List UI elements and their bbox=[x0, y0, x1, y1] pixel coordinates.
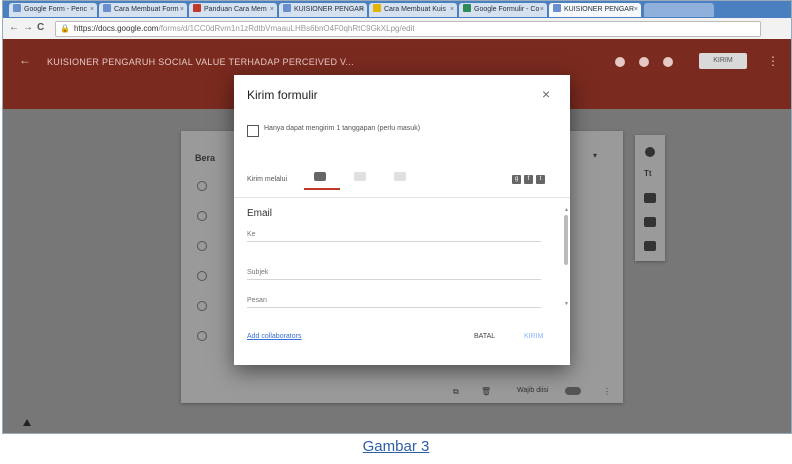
to-field[interactable]: Ke bbox=[247, 231, 541, 242]
url-host: https://docs.google.com bbox=[73, 24, 159, 33]
back-icon[interactable]: ← bbox=[19, 53, 31, 67]
mouse-cursor-icon bbox=[23, 419, 31, 426]
lock-icon: 🔒 bbox=[60, 24, 70, 33]
add-section-icon[interactable] bbox=[644, 241, 656, 251]
add-title-icon[interactable]: Tt bbox=[644, 169, 656, 179]
send-via-label: Kirim melalui bbox=[247, 176, 288, 183]
close-icon[interactable]: × bbox=[542, 86, 550, 102]
browser-tab[interactable]: Cara Membuat Kuis × bbox=[369, 3, 457, 17]
active-tab-indicator bbox=[304, 188, 340, 190]
radio-option[interactable] bbox=[197, 271, 207, 281]
close-tab-icon[interactable]: × bbox=[450, 3, 454, 17]
form-title: KUISIONER PENGARUH SOCIAL VALUE TERHADAP… bbox=[47, 57, 354, 67]
delete-icon[interactable]: 🗑 bbox=[481, 387, 491, 396]
dialog-send-button[interactable]: KIRIM bbox=[524, 333, 543, 340]
add-video-icon[interactable] bbox=[644, 217, 656, 227]
divider bbox=[234, 197, 570, 198]
close-tab-icon[interactable]: × bbox=[634, 3, 638, 17]
add-image-icon[interactable] bbox=[644, 193, 656, 203]
link-icon[interactable] bbox=[354, 172, 366, 181]
back-arrow-icon[interactable]: ← bbox=[9, 22, 19, 33]
scrollbar-thumb[interactable] bbox=[564, 215, 568, 265]
scroll-down-icon[interactable]: ▼ bbox=[564, 301, 569, 307]
close-tab-icon[interactable]: × bbox=[540, 3, 544, 17]
browser-tab[interactable]: Cara Membuat Form × bbox=[99, 3, 187, 17]
facebook-icon[interactable]: f bbox=[524, 175, 533, 184]
reload-icon[interactable]: C bbox=[37, 22, 44, 33]
close-tab-icon[interactable]: × bbox=[270, 3, 274, 17]
twitter-icon[interactable]: t bbox=[536, 175, 545, 184]
scroll-up-icon[interactable]: ▲ bbox=[564, 207, 569, 213]
tab-label: Cara Membuat Form bbox=[114, 6, 179, 13]
question-title: Bera bbox=[195, 153, 216, 163]
google-plus-icon[interactable]: g bbox=[512, 175, 521, 184]
send-button[interactable]: KIRIM bbox=[699, 53, 747, 69]
tab-label: Panduan Cara Mem bbox=[204, 6, 267, 13]
page-icon bbox=[103, 4, 111, 12]
browser-tab-active[interactable]: KUISIONER PENGAR × bbox=[549, 3, 641, 17]
close-tab-icon[interactable]: × bbox=[180, 3, 184, 17]
email-section-title: Email bbox=[247, 208, 273, 219]
palette-icon[interactable] bbox=[615, 57, 625, 67]
tab-strip: Google Form - Penc × Cara Membuat Form × P… bbox=[3, 1, 791, 18]
close-tab-icon[interactable]: × bbox=[360, 3, 364, 17]
floating-toolbar: Tt bbox=[635, 135, 665, 261]
url-input[interactable]: 🔒 https://docs.google.com/forms/d/1CC0dRv… bbox=[55, 21, 761, 37]
new-tab-button[interactable] bbox=[644, 3, 714, 17]
address-bar: ← → C 🔒 https://docs.google.com/forms/d/1… bbox=[3, 18, 791, 40]
preview-eye-icon[interactable] bbox=[639, 57, 649, 67]
add-collaborators-link[interactable]: Add collaborators bbox=[247, 333, 301, 340]
required-label: Wajib diisi bbox=[517, 387, 549, 394]
tab-label: Google Formulir - Co bbox=[474, 6, 540, 13]
figure-caption: Gambar 3 bbox=[362, 438, 430, 455]
page-icon bbox=[463, 4, 471, 12]
page-icon bbox=[13, 4, 21, 12]
question-type-dropdown-icon[interactable]: ▾ bbox=[593, 151, 597, 160]
required-toggle[interactable] bbox=[565, 387, 581, 395]
limit-response-label: Hanya dapat mengirim 1 tanggapan (perlu … bbox=[264, 125, 421, 132]
tab-label: Google Form - Penc bbox=[24, 6, 88, 13]
cancel-button[interactable]: BATAL bbox=[474, 333, 495, 340]
browser-tab[interactable]: Google Formulir - Co × bbox=[459, 3, 547, 17]
forward-arrow-icon[interactable]: → bbox=[23, 22, 33, 33]
page-icon bbox=[553, 4, 561, 12]
more-options-icon[interactable]: ⋮ bbox=[767, 54, 779, 68]
tab-label: Cara Membuat Kuis bbox=[384, 6, 446, 13]
page-icon bbox=[193, 4, 201, 12]
radio-option[interactable] bbox=[197, 301, 207, 311]
email-icon[interactable] bbox=[314, 172, 326, 181]
page-icon bbox=[283, 4, 291, 12]
browser-window: Google Form - Penc × Cara Membuat Form × P… bbox=[2, 0, 792, 434]
browser-tab[interactable]: Google Form - Penc × bbox=[9, 3, 97, 17]
close-tab-icon[interactable]: × bbox=[90, 3, 94, 17]
send-form-dialog: Kirim formulir × Hanya dapat mengirim 1 … bbox=[234, 75, 570, 365]
dialog-title: Kirim formulir bbox=[247, 88, 318, 102]
radio-option[interactable] bbox=[197, 181, 207, 191]
url-path: /forms/d/1CC0dRvm1n1zRdtbVmaauLHBs6bnO4F… bbox=[158, 24, 415, 33]
limit-response-checkbox[interactable] bbox=[247, 125, 259, 137]
tab-label: KUISIONER PENGAR bbox=[564, 6, 635, 13]
tab-label: KUISIONER PENGAR bbox=[294, 6, 365, 13]
subject-field[interactable]: Subjek bbox=[247, 269, 541, 280]
browser-tab[interactable]: Panduan Cara Mem × bbox=[189, 3, 277, 17]
settings-gear-icon[interactable] bbox=[663, 57, 673, 67]
radio-option[interactable] bbox=[197, 211, 207, 221]
radio-option[interactable] bbox=[197, 331, 207, 341]
radio-option[interactable] bbox=[197, 241, 207, 251]
page-icon bbox=[373, 4, 381, 12]
add-question-icon[interactable] bbox=[645, 147, 655, 157]
browser-tab[interactable]: KUISIONER PENGAR × bbox=[279, 3, 367, 17]
more-question-options-icon[interactable]: ⋮ bbox=[603, 387, 611, 396]
duplicate-icon[interactable]: ⧉ bbox=[453, 387, 459, 397]
embed-icon[interactable] bbox=[394, 172, 406, 181]
message-field[interactable]: Pesan bbox=[247, 297, 541, 308]
